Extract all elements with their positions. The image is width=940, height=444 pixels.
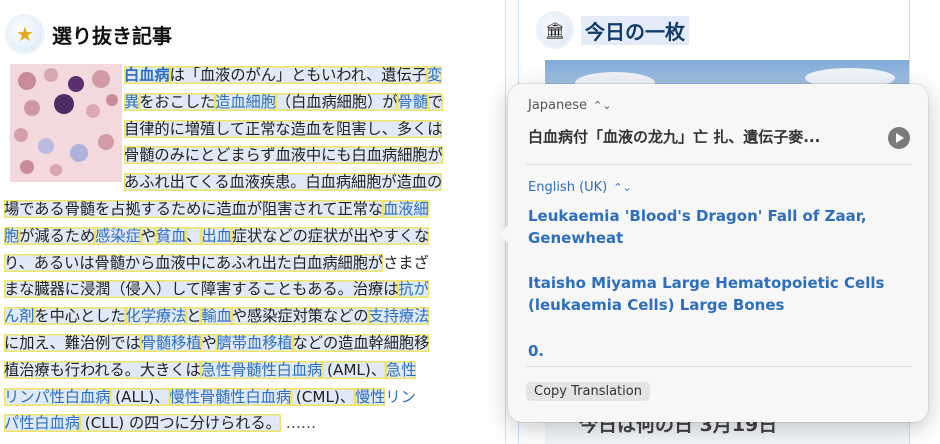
article-text-fragment: 植治療も行われる。大きくは <box>4 360 201 379</box>
link-anticancer-drug-cont[interactable]: ん剤 <box>4 307 35 326</box>
translation-popup: Japanese ⌃⌄ 白血病付「血液の龙九」亡 扎、遺伝子麥... Engli… <box>499 84 928 422</box>
target-language-label: English (UK) <box>528 180 608 195</box>
star-icon: ★ <box>8 17 42 51</box>
article-text-fragment: や <box>140 226 156 245</box>
article-text-fragment: に加え、難治例では <box>4 333 141 352</box>
potd-header: 🏛 今日の一枚 <box>539 14 689 46</box>
article-text-fragment: まな臓器に浸潤（侵入）して障害することもある。治療は <box>4 280 399 299</box>
article-text-fragment: 、 <box>186 226 202 245</box>
link-mutation[interactable]: 変 <box>426 66 443 84</box>
article-text-fragment: 症状などの症状が出やすくな <box>231 226 430 245</box>
article-text-fragment: (AML)、 <box>322 360 387 379</box>
link-leukemia[interactable]: 白血病 <box>124 66 170 84</box>
source-language-label: Japanese <box>528 98 588 113</box>
target-language-select[interactable]: English (UK) ⌃⌄ <box>528 180 632 195</box>
link-infection[interactable]: 感染症 <box>95 226 141 245</box>
article-text-fragment: が減るため <box>19 226 96 245</box>
link-bleeding[interactable]: 出血 <box>201 226 232 245</box>
article-text-fragment: (ALL)、 <box>110 387 170 406</box>
popup-arrow <box>499 224 509 244</box>
link-hematopoietic-cell[interactable]: 造血細胞 <box>215 92 276 111</box>
link-anticancer-drug[interactable]: 抗が <box>398 280 429 299</box>
play-button[interactable] <box>888 127 910 149</box>
museum-icon: 🏛 <box>539 14 571 46</box>
divider <box>526 164 912 165</box>
article-text-fragment: などの造血幹細胞移 <box>292 333 430 352</box>
article-text-fragment: は「血液のがん」ともいわれ、遺伝子 <box>169 66 427 84</box>
article-text-fragment: や <box>201 333 217 352</box>
link-transfusion[interactable]: 輸血 <box>201 307 232 326</box>
source-text: 白血病付「血液の龙九」亡 扎、遺伝子麥... <box>528 128 821 146</box>
link-all-cont[interactable]: リンパ性白血病 <box>4 387 111 406</box>
link-chemotherapy[interactable]: 化学療法 <box>125 307 187 326</box>
read-more-link[interactable]: …… <box>286 414 316 432</box>
chevron-updown-icon: ⌃⌄ <box>593 99 612 112</box>
translation-output-1: Leukaemia 'Blood's Dragon' Fall of Zaar,… <box>528 207 867 247</box>
link-blood-cells[interactable]: 血液細 <box>383 199 429 218</box>
featured-header: ★ 選り抜き記事 <box>8 14 172 54</box>
link-mutation-cont[interactable]: 異 <box>124 92 140 111</box>
link-supportive-care[interactable]: 支持療法 <box>368 307 430 326</box>
translation-output-3: 0. <box>528 342 545 360</box>
link-cll-end[interactable]: パ性白血病 <box>4 414 80 433</box>
source-language-select[interactable]: Japanese ⌃⌄ <box>528 98 611 113</box>
link-blood-cells-cont[interactable]: 胞 <box>4 226 20 245</box>
article-text-fragment: 場である骨髄を占拠するために造血が阻害されて正常な <box>4 199 384 218</box>
link-cll[interactable]: 慢性 <box>355 387 386 406</box>
featured-article-panel: ★ 選り抜き記事 白血病は「血液のがん」ともいわれ、遺伝子変 異をおこした造血細… <box>0 0 506 444</box>
article-text-fragment: と <box>186 307 202 326</box>
translation-output-2: Itaisho Miyama Large Hematopoietic Cells… <box>528 274 885 314</box>
article-text-fragment: 自律的に増殖して正常な造血を阻害し、多くは <box>124 119 443 138</box>
article-text-fragment: (CLL) の四つに分けられる。 <box>79 414 281 433</box>
potd-title: 今日の一枚 <box>581 15 689 45</box>
article-text-fragment: 骨髄のみにとどまらず血液中にも白血病細胞が <box>124 146 443 165</box>
article-text-fragment: (CML)、 <box>291 387 356 406</box>
play-icon <box>896 133 904 143</box>
article-text-fragment: を中心とした <box>34 307 126 326</box>
link-anemia[interactable]: 貧血 <box>155 226 187 245</box>
link-aml[interactable]: 急性骨髄性白血病 <box>200 360 323 379</box>
article-text-fragment: り、あるいは骨髄から血液中にあふれ出た白血病細胞が <box>4 253 384 272</box>
copy-translation-button[interactable]: Copy Translation <box>526 382 650 401</box>
article-text-fragment: や感染症対策などの <box>231 307 369 326</box>
link-cord-blood-transplant[interactable]: 臍帯血移植 <box>216 333 293 352</box>
article-text-fragment: （白血病細胞）が <box>275 92 398 111</box>
link-cll-cont[interactable]: リン <box>385 388 415 406</box>
article-text-fragment: あふれ出てくる血液疾患。白血病細胞が造血の <box>124 173 443 192</box>
link-all[interactable]: 急性 <box>386 360 417 379</box>
featured-title: 選り抜き記事 <box>52 23 172 48</box>
link-bone-marrow[interactable]: 骨髄 <box>397 92 428 111</box>
chevron-updown-icon: ⌃⌄ <box>613 181 632 194</box>
link-bone-marrow-transplant[interactable]: 骨髄移植 <box>140 333 202 352</box>
article-text-fragment: をおこした <box>139 92 216 111</box>
article-text-fragment: で <box>427 92 443 111</box>
article-text-fragment: さまざ <box>383 253 429 272</box>
article-body: 白血病は「血液のがん」ともいわれ、遺伝子変 異をおこした造血細胞（白血病細胞）が… <box>4 62 494 437</box>
link-cml[interactable]: 慢性骨髄性白血病 <box>169 387 291 406</box>
divider <box>526 366 912 367</box>
